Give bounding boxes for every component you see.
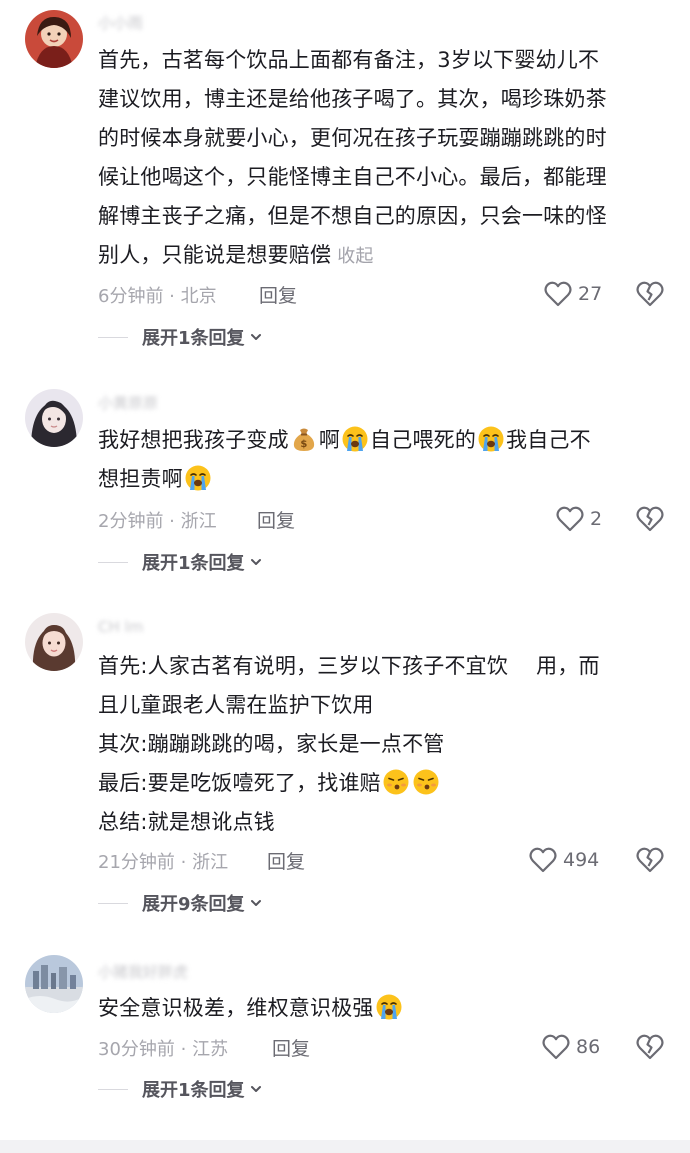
broken-heart-icon[interactable] <box>636 280 664 308</box>
comment-text-segment: 我自己不 <box>506 428 591 452</box>
comment-text-segment: 啊 <box>318 428 341 452</box>
reply-button[interactable]: 回复 <box>272 1034 310 1061</box>
expand-replies-button[interactable]: 展开1条回复 <box>98 325 263 349</box>
comment-text: 安全意识极差，维权意识极强 <box>98 989 668 1028</box>
avatar[interactable] <box>25 389 83 447</box>
loudly-crying-face-emoji <box>478 426 504 452</box>
heart-outline-icon <box>542 1034 570 1060</box>
divider <box>98 902 128 904</box>
broken-heart-icon[interactable] <box>636 1033 664 1061</box>
comment-text-line: 别人，只能说是想要赔偿 收起 <box>98 236 668 276</box>
comment-text-line: 建议饮用，博主还是给他孩子喝了。其次，喝珍珠奶茶 <box>98 87 607 111</box>
comment-text-line: 最后:要是吃饭噎死了，找谁赔 <box>98 764 668 803</box>
reply-button[interactable]: 回复 <box>257 506 295 533</box>
heart-outline-icon <box>529 847 557 873</box>
chevron-down-icon <box>250 900 261 906</box>
comment-text: 我好想把我孩子变成 $ 啊 自己喂死的 我自己不 想担责啊 <box>98 421 668 499</box>
broken-heart-icon[interactable] <box>636 505 664 533</box>
like-button[interactable]: 27 <box>544 279 602 309</box>
loudly-crying-face-emoji <box>376 994 402 1020</box>
comment-text-line: 我好想把我孩子变成 $ 啊 自己喂死的 我自己不 <box>98 421 668 460</box>
divider <box>98 1088 128 1090</box>
comment-text-line: 解博主丧子之痛，但是不想自己的原因，只会一味的怪 <box>98 204 607 228</box>
loudly-crying-face-emoji <box>342 426 368 452</box>
heart-outline-icon <box>544 281 572 307</box>
heart-outline-icon <box>556 506 584 532</box>
comment-text-segment: 想担责啊 <box>98 467 183 491</box>
bottom-edge <box>0 1140 690 1153</box>
money-bag-emoji: $ <box>293 428 314 451</box>
expand-replies-button[interactable]: 展开9条回复 <box>98 891 263 915</box>
like-button[interactable]: 2 <box>556 504 602 534</box>
comment-text-segment: 我好想把我孩子变成 <box>98 428 289 452</box>
loudly-crying-face-emoji <box>185 465 211 491</box>
like-button[interactable]: 86 <box>542 1032 600 1062</box>
reply-button[interactable]: 回复 <box>267 847 305 874</box>
expand-replies-label: 展开1条回复 <box>142 328 245 349</box>
comment-text-segment: 自己喂死的 <box>370 428 477 452</box>
like-count: 86 <box>576 1036 601 1058</box>
comment-text: 首先，古茗每个饮品上面都有备注，3岁以下婴幼儿不 建议饮用，博主还是给他孩子喝了… <box>98 41 668 276</box>
svg-text:$: $ <box>300 439 307 450</box>
face-blowing-emoji <box>413 769 439 795</box>
comment-text-tail: 别人，只能说是想要赔偿 <box>98 243 332 267</box>
comment-text-segment: 最后:要是吃饭噎死了，找谁赔 <box>98 771 381 795</box>
comment-text-line: 候让他喝这个，只能怪博主自己不小心。最后，都能理 <box>98 165 607 189</box>
comment-text-line: 总结:就是想讹点钱 <box>98 810 275 834</box>
username[interactable]: CH lm <box>98 618 143 636</box>
username[interactable]: 小猪我好胖虎 <box>98 961 188 981</box>
broken-heart-icon[interactable] <box>636 846 664 874</box>
comment-text: 首先:人家古茗有说明，三岁以下孩子不宜饮 用，而 且儿童跟老人需在监护下饮用 其… <box>98 647 668 842</box>
expand-replies-button[interactable]: 展开1条回复 <box>98 1077 263 1101</box>
username[interactable]: 小小雨 <box>98 12 143 32</box>
comment-time-location: 2分钟前 · 浙江 <box>98 511 217 532</box>
chevron-down-icon <box>250 334 261 340</box>
expand-replies-label: 展开1条回复 <box>142 1080 245 1101</box>
comment-text-line: 且儿童跟老人需在监护下饮用 <box>98 693 374 717</box>
collapse-link[interactable]: 收起 <box>337 246 373 267</box>
face-blowing-emoji <box>383 769 409 795</box>
comment-text-segment: 安全意识极差，维权意识极强 <box>98 996 374 1020</box>
comment-text-line: 安全意识极差，维权意识极强 <box>98 989 668 1028</box>
comment-text-line: 首先:人家古茗有说明，三岁以下孩子不宜饮 用，而 <box>98 654 600 678</box>
comment-time-location: 6分钟前 · 北京 <box>98 286 217 307</box>
comment-text-line: 首先，古茗每个饮品上面都有备注，3岁以下婴幼儿不 <box>98 48 600 72</box>
like-count: 494 <box>563 849 600 871</box>
comment-time-location: 21分钟前 · 浙江 <box>98 852 229 873</box>
expand-replies-label: 展开1条回复 <box>142 553 245 574</box>
comment-text-line: 的时候本身就要小心，更何况在孩子玩耍蹦蹦跳跳的时 <box>98 126 607 150</box>
comment-time-location: 30分钟前 · 江苏 <box>98 1039 229 1060</box>
username[interactable]: 小黄原原 <box>98 392 158 412</box>
chevron-down-icon <box>250 559 261 565</box>
expand-replies-button[interactable]: 展开1条回复 <box>98 550 263 574</box>
like-button[interactable]: 494 <box>529 845 599 875</box>
comment-text-line: 想担责啊 <box>98 460 668 499</box>
chevron-down-icon <box>250 1086 261 1092</box>
avatar[interactable] <box>25 613 83 671</box>
divider <box>98 336 128 338</box>
like-count: 2 <box>590 508 603 530</box>
divider <box>98 561 128 563</box>
comment-text-line: 其次:蹦蹦跳跳的喝，家长是一点不管 <box>98 732 445 756</box>
like-count: 27 <box>578 283 603 305</box>
reply-button[interactable]: 回复 <box>259 281 297 308</box>
avatar[interactable] <box>25 955 83 1013</box>
expand-replies-label: 展开9条回复 <box>142 894 245 915</box>
avatar[interactable] <box>25 10 83 68</box>
